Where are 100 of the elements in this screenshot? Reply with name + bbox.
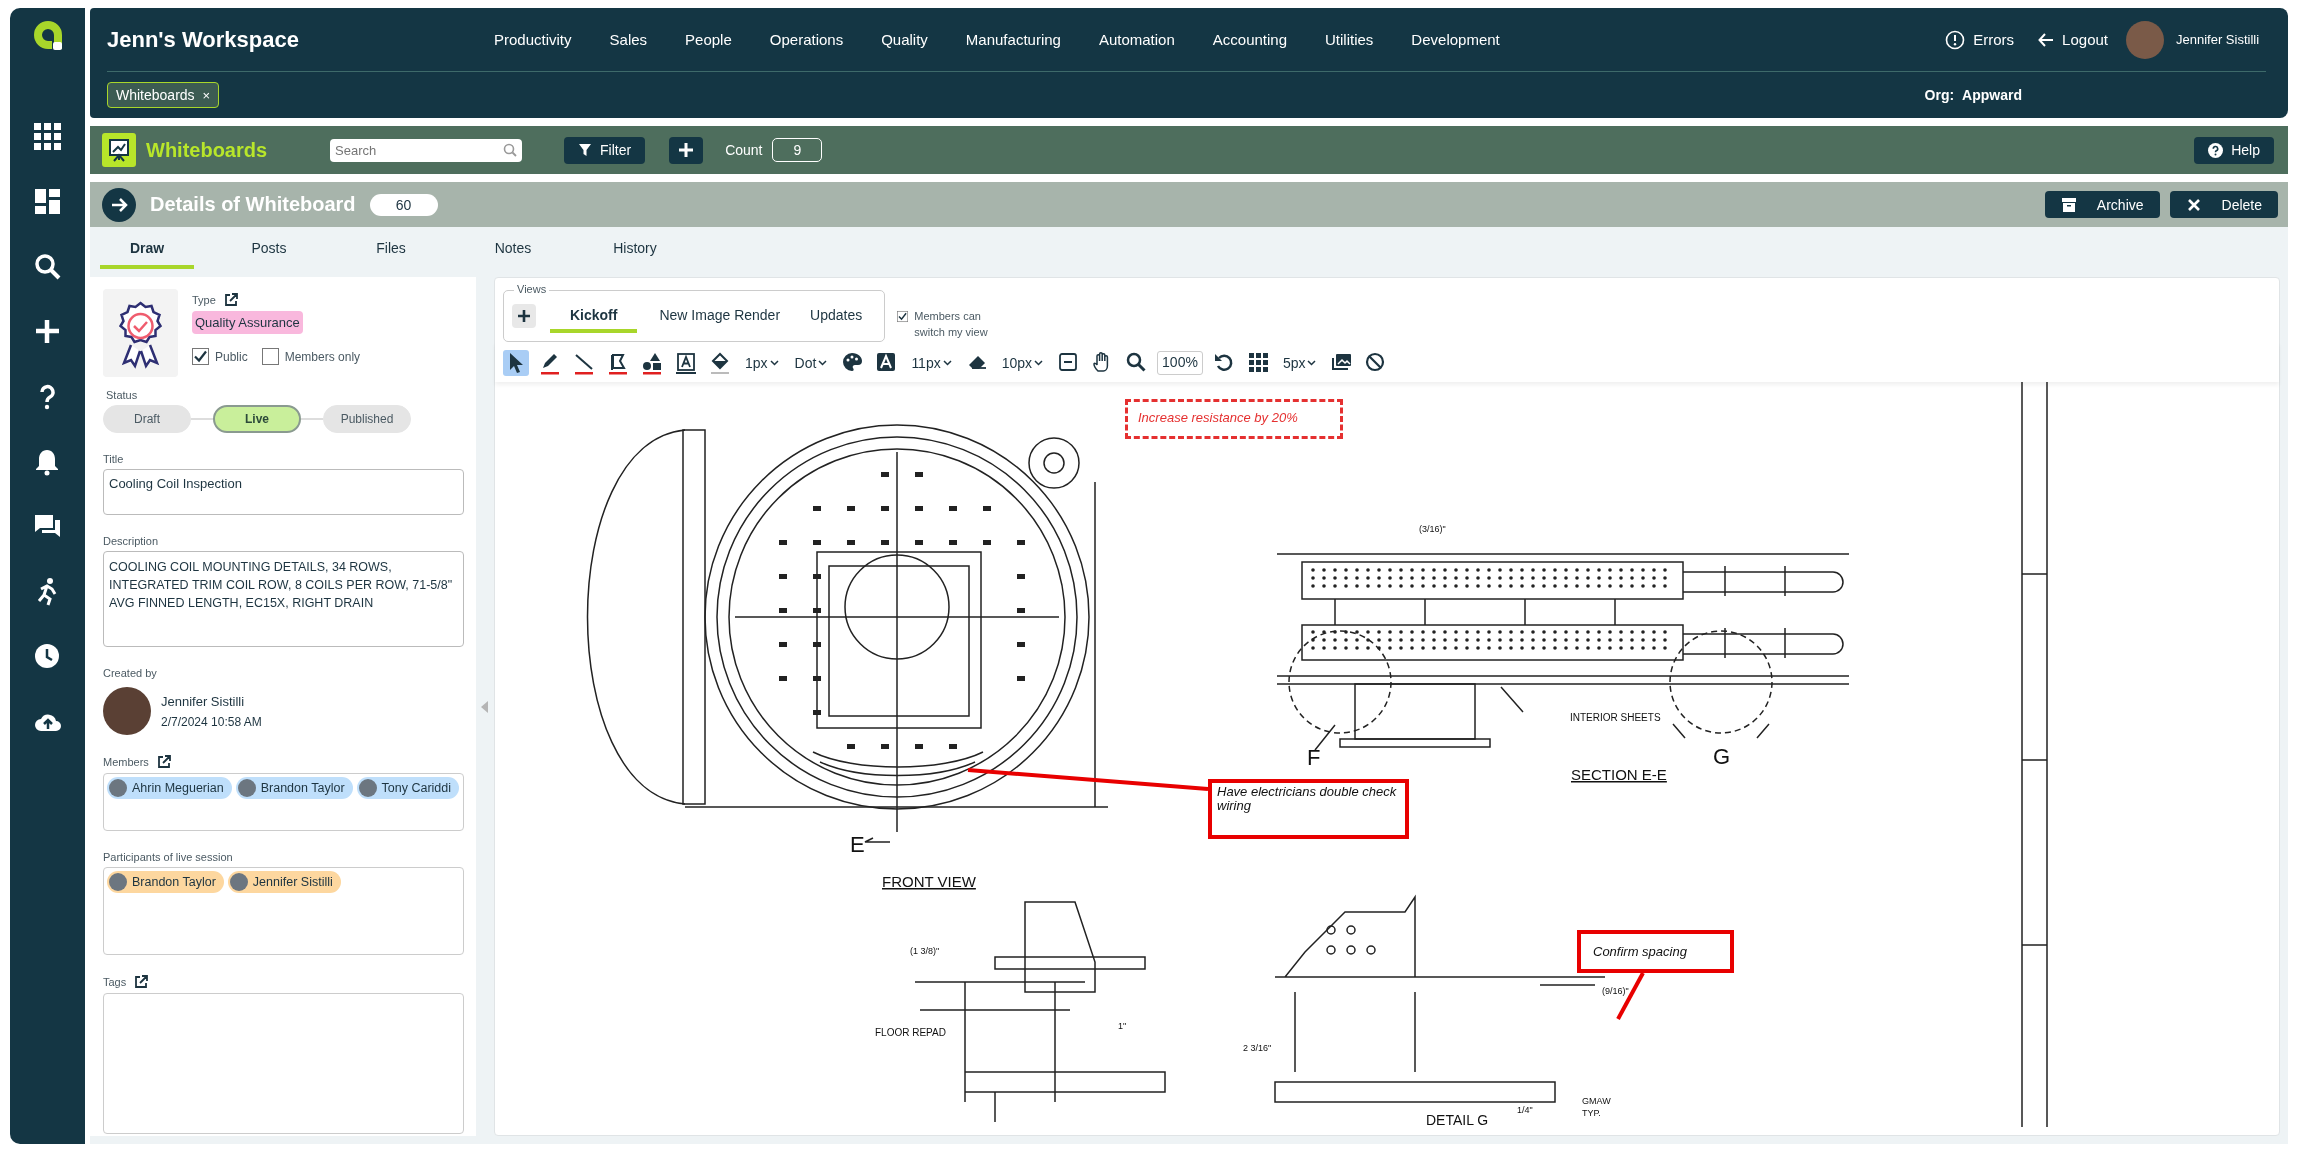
size-dropdown[interactable]: 1px bbox=[741, 350, 783, 376]
group-label: Views bbox=[514, 283, 550, 295]
nav-link[interactable]: Productivity bbox=[494, 31, 572, 48]
org-label: Org: bbox=[1924, 87, 1955, 103]
clock-icon[interactable] bbox=[33, 642, 62, 671]
tab[interactable]: Posts bbox=[222, 239, 316, 269]
add-view-button[interactable] bbox=[512, 304, 536, 328]
person-chip[interactable]: Jennifer Sistilli bbox=[227, 871, 341, 893]
nav-link[interactable]: People bbox=[685, 31, 732, 48]
filter-button[interactable]: Filter bbox=[564, 136, 646, 164]
person-chip[interactable]: Ahrin Meguerian bbox=[107, 777, 232, 799]
status-option[interactable]: Published bbox=[323, 405, 411, 433]
apps-grid-icon[interactable] bbox=[33, 122, 62, 151]
section-marker: F bbox=[1307, 745, 1321, 770]
tab[interactable]: Notes bbox=[466, 239, 560, 269]
checkbox[interactable] bbox=[261, 348, 279, 365]
avatar bbox=[358, 779, 377, 797]
type-tag: Quality Assurance bbox=[192, 311, 303, 334]
size-dropdown[interactable]: 5px bbox=[1278, 350, 1321, 376]
avatar bbox=[109, 779, 127, 797]
plus-icon bbox=[517, 309, 531, 323]
checkbox-label: Members can switch my view bbox=[914, 309, 989, 340]
view-title: DETAIL G bbox=[1426, 1112, 1489, 1127]
count-badge: 60 bbox=[369, 193, 438, 216]
annotation-note[interactable]: Increase resistance by 20% bbox=[1125, 399, 1343, 439]
text-box-icon bbox=[675, 351, 697, 375]
nav-link[interactable]: Operations bbox=[769, 31, 844, 48]
size-dropdown[interactable]: 11px bbox=[907, 350, 956, 376]
caret-icon bbox=[942, 360, 952, 366]
tab[interactable]: Draw bbox=[100, 239, 194, 269]
nav-link[interactable]: Quality bbox=[881, 31, 928, 48]
user-avatar bbox=[103, 687, 151, 735]
members-field[interactable]: Ahrin Meguerian Brandon Taylor Tony Cariddi bbox=[103, 773, 464, 831]
checkbox[interactable] bbox=[897, 308, 909, 325]
nav-link[interactable]: Utilities bbox=[1325, 31, 1374, 48]
nav-link[interactable]: Automation bbox=[1098, 31, 1175, 48]
person-name: Ahrin Meguerian bbox=[132, 781, 224, 795]
open-tab[interactable]: Whiteboards × bbox=[107, 82, 220, 108]
view-tab[interactable]: New Image Render bbox=[651, 307, 789, 333]
logout-button[interactable]: Logout bbox=[2032, 31, 2114, 48]
errors-button[interactable]: Errors bbox=[1939, 29, 2021, 50]
view-tab[interactable]: Updates bbox=[802, 307, 871, 333]
field-label: Created by bbox=[103, 667, 158, 679]
delete-button[interactable]: Delete bbox=[2169, 191, 2278, 218]
search-field[interactable]: Search bbox=[330, 138, 522, 162]
person-name: Brandon Taylor bbox=[260, 781, 345, 795]
alert-icon bbox=[1945, 29, 1966, 50]
nav-link[interactable]: Development bbox=[1411, 31, 1500, 48]
person-chip[interactable]: Brandon Taylor bbox=[235, 777, 353, 799]
whiteboard-icon bbox=[102, 133, 136, 167]
tab[interactable]: Files bbox=[344, 239, 438, 269]
view-tab[interactable]: Kickoff bbox=[550, 307, 638, 333]
person-chip[interactable]: Brandon Taylor bbox=[107, 871, 224, 893]
external-link-icon[interactable] bbox=[134, 975, 149, 989]
tool-button[interactable] bbox=[673, 350, 699, 376]
tab[interactable]: History bbox=[588, 239, 682, 269]
status-option[interactable]: Draft bbox=[103, 405, 191, 433]
search-icon[interactable] bbox=[33, 252, 62, 281]
nav-link[interactable]: Accounting bbox=[1212, 31, 1287, 48]
archive-icon bbox=[2060, 196, 2077, 213]
add-button[interactable] bbox=[669, 136, 704, 164]
plus-icon[interactable] bbox=[33, 317, 62, 346]
tags-field[interactable] bbox=[103, 993, 464, 1134]
archive-button[interactable]: Archive bbox=[2044, 191, 2160, 218]
person-chip[interactable]: Tony Cariddi bbox=[356, 777, 460, 799]
tool-button[interactable] bbox=[503, 350, 529, 376]
help-icon bbox=[2208, 142, 2224, 158]
size-dropdown[interactable]: Dot bbox=[790, 350, 832, 376]
dashboard-icon[interactable] bbox=[33, 187, 62, 216]
annotation-note[interactable]: Have electricians double check wiring bbox=[1208, 779, 1409, 839]
callout-label: FLOOR REPAD bbox=[875, 1027, 946, 1038]
checkbox[interactable] bbox=[192, 348, 209, 365]
caret-icon bbox=[1034, 360, 1044, 366]
caret-icon bbox=[769, 360, 779, 366]
size-dropdown[interactable]: 10px bbox=[997, 350, 1048, 376]
title-field[interactable]: Cooling Coil Inspection bbox=[103, 469, 464, 515]
external-link-icon[interactable] bbox=[223, 293, 238, 307]
status-option[interactable]: Live bbox=[213, 405, 301, 433]
search-icon bbox=[503, 142, 517, 157]
nav-link[interactable]: Sales bbox=[609, 31, 648, 48]
arrow-right-icon[interactable] bbox=[102, 187, 136, 222]
created-date: 2/7/2024 10:58 AM bbox=[161, 714, 262, 729]
close-icon[interactable]: × bbox=[202, 87, 211, 103]
zoom-field[interactable]: 100% bbox=[1157, 351, 1203, 375]
org-name: Appward bbox=[1962, 87, 2022, 103]
description-field[interactable]: COOLING COIL MOUNTING DETAILS, 34 ROWS, INTEGRATED TRIM COIL ROW, 8 COILS PER ROW, 71-5/8" AVG FINNED LENGTH, EC15X, RIGHT DRAIN bbox=[103, 551, 464, 647]
section-marker: G bbox=[1713, 744, 1731, 769]
field-label: Title bbox=[103, 453, 125, 465]
arrow-left-icon bbox=[2038, 31, 2055, 48]
workspace-title: Jenn's Workspace bbox=[107, 26, 300, 53]
help-button[interactable]: Help bbox=[2194, 136, 2274, 164]
field-label: Type bbox=[192, 294, 216, 306]
close-icon bbox=[2185, 196, 2202, 213]
external-link-icon[interactable] bbox=[156, 755, 171, 769]
annotation-note[interactable]: Confirm spacing bbox=[1577, 930, 1734, 973]
participants-field[interactable]: Brandon Taylor Jennifer Sistilli bbox=[103, 867, 464, 955]
section-marker: E bbox=[850, 832, 865, 857]
user-name: Jennifer Sistilli bbox=[2176, 30, 2261, 49]
paint-bucket-icon bbox=[709, 351, 731, 375]
nav-link[interactable]: Manufacturing bbox=[965, 31, 1061, 48]
